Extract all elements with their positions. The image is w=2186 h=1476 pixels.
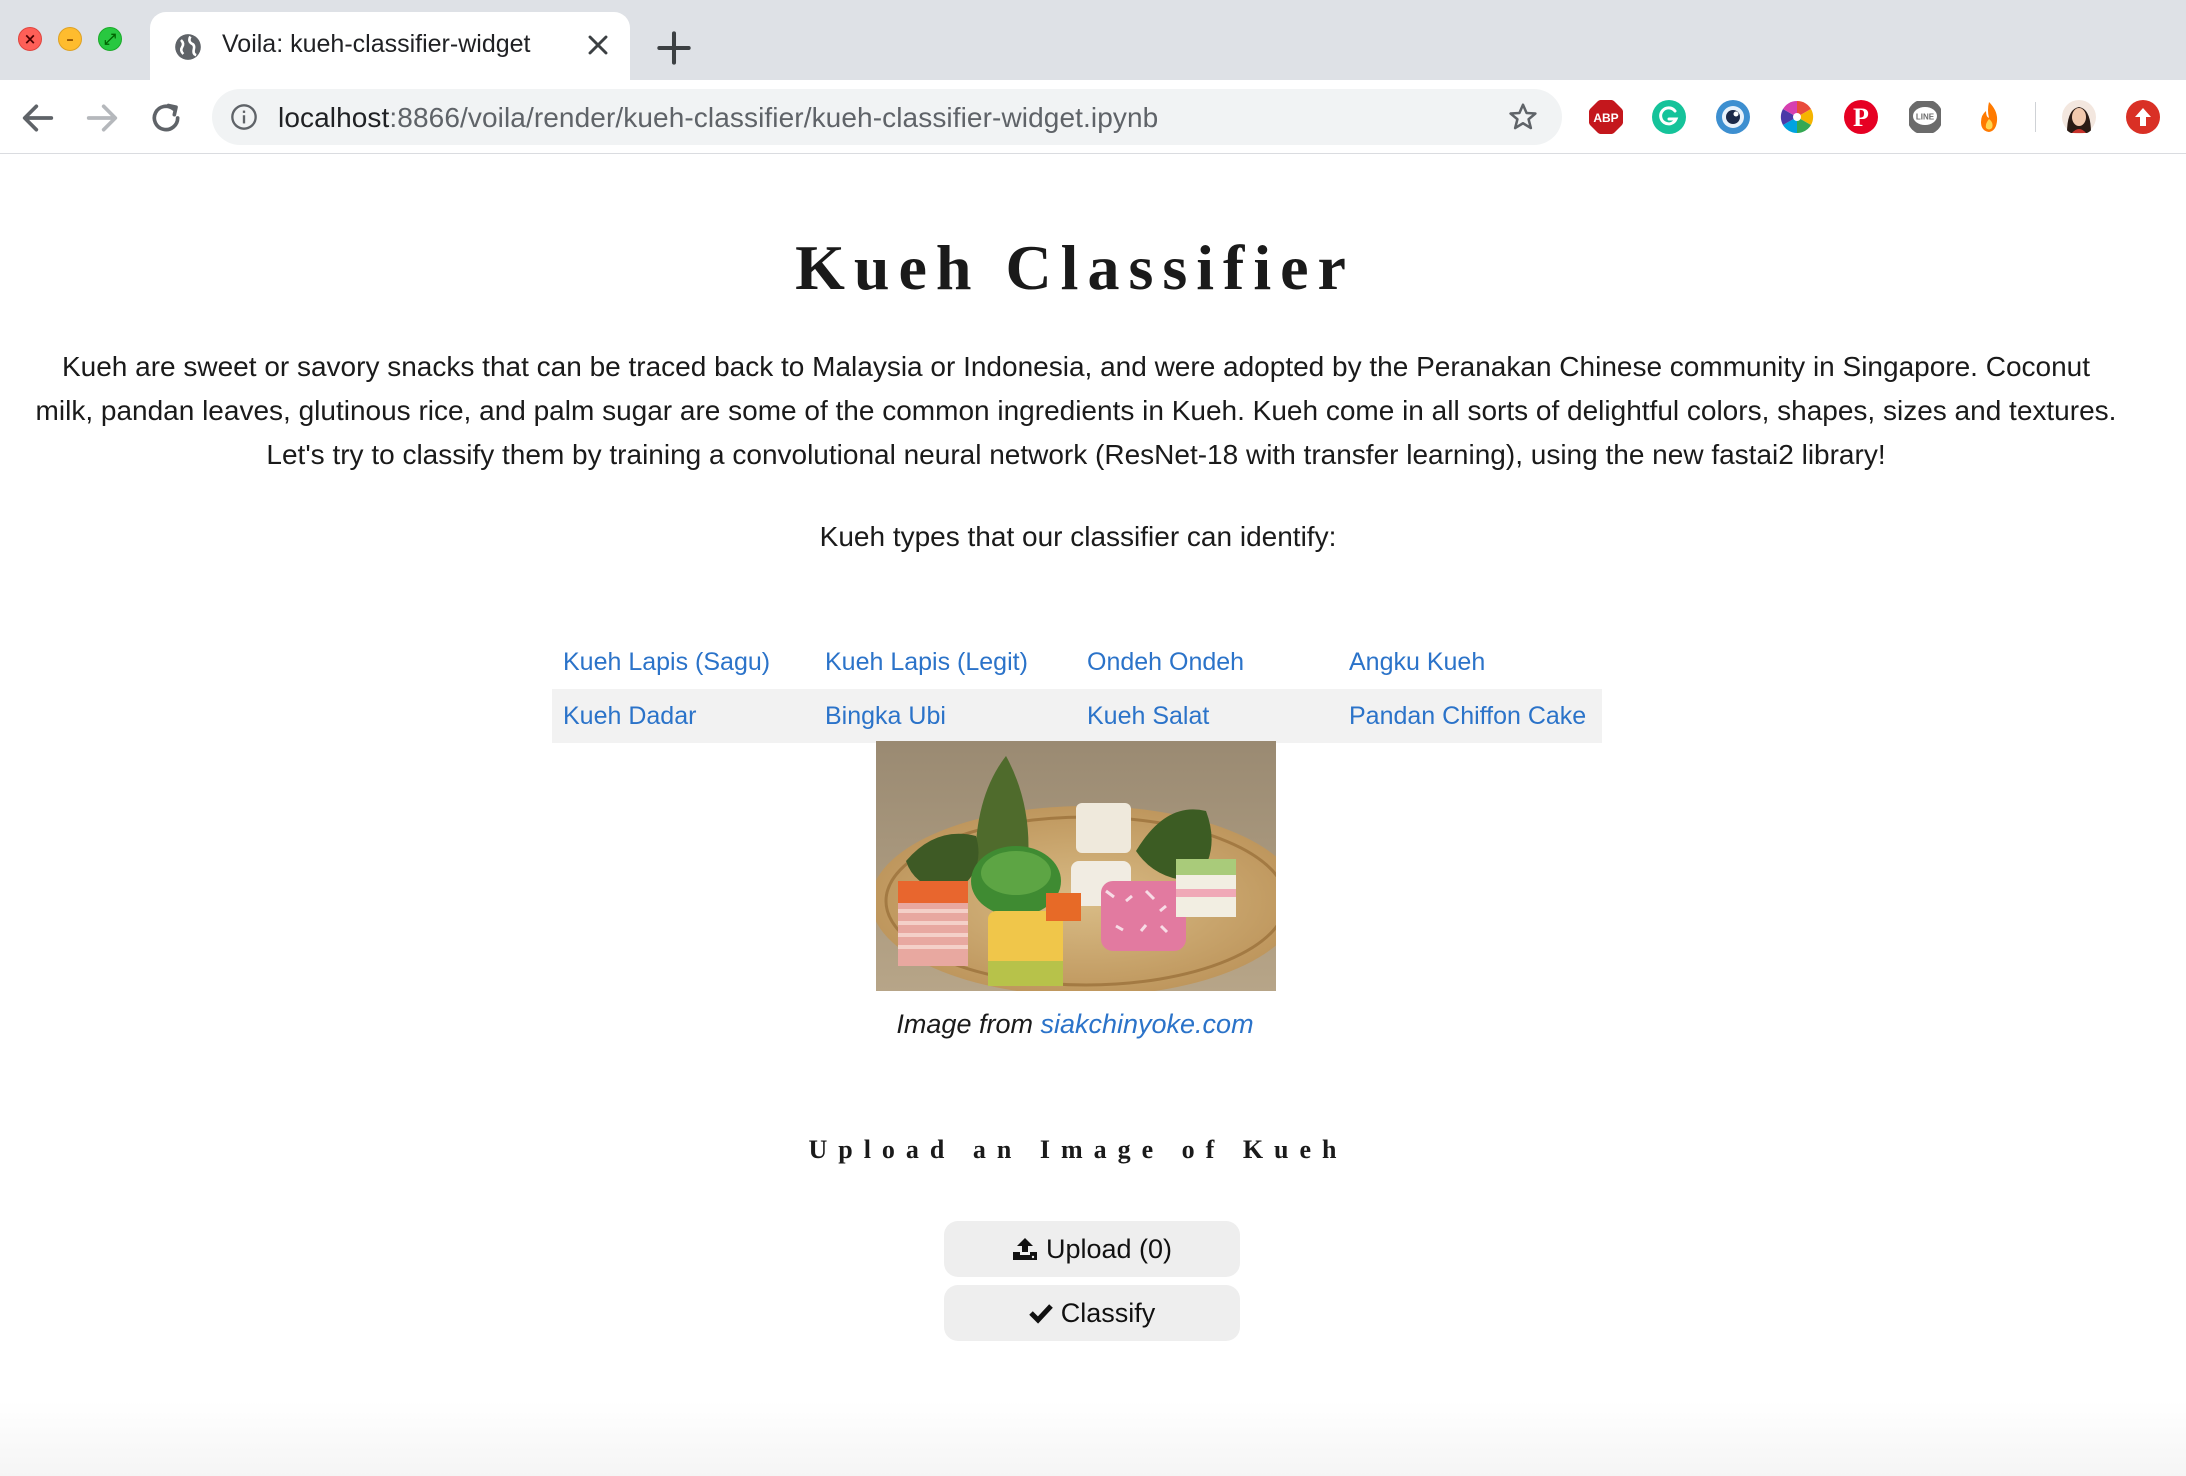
close-window-button[interactable]: × [18,27,42,51]
types-heading: Kueh types that our classifier can ident… [819,521,1337,552]
table-row: Kueh Dadar Bingka Ubi Kueh Salat Pandan … [552,689,1602,743]
profile-avatar[interactable] [2061,99,2097,135]
classify-button-label: Classify [1060,1297,1156,1328]
grammarly-icon[interactable] [1651,99,1687,135]
adblock-plus-icon[interactable]: ABP [1588,99,1624,135]
svg-text:P: P [1853,103,1869,132]
tab-strip: × – ⤢ Voila: kueh-classifier-widget [0,0,2186,80]
maximize-icon: ⤢ [103,30,116,48]
kueh-type-link[interactable]: Kueh Lapis (Sagu) [552,635,814,689]
intro-paragraph: Kueh are sweet or savory snacks that can… [35,351,2117,470]
kueh-type-link[interactable]: Kueh Salat [1076,689,1338,743]
kueh-type-link[interactable]: Pandan Chiffon Cake [1338,689,1602,743]
table-row: Kueh Lapis (Sagu) Kueh Lapis (Legit) Ond… [552,635,1602,689]
svg-text:LINE: LINE [1916,113,1935,122]
minimize-icon: – [66,30,74,48]
checkmark-icon [1028,1304,1053,1324]
eye-extension-icon[interactable] [1715,99,1751,135]
kueh-photo [876,741,1276,991]
color-wheel-icon[interactable] [1779,99,1815,135]
caption-source-link[interactable]: siakchinyoke.com [1040,1009,1253,1039]
fire-extension-icon[interactable] [1971,99,2007,135]
url-path: :8866/voila/render/kueh-classifier/kueh-… [389,102,1159,133]
kueh-type-link[interactable]: Kueh Dadar [552,689,814,743]
browser-toolbar: localhost:8866/voila/render/kueh-classif… [0,80,2186,154]
classify-button[interactable]: Classify [944,1285,1240,1341]
page-title: Kueh Classifier [795,232,1355,303]
line-icon[interactable]: LINE [1907,99,1943,135]
url-host: localhost [278,102,390,133]
maximize-window-button[interactable]: ⤢ [98,27,122,51]
close-icon: × [23,30,37,48]
caption-prefix: Image from [896,1009,1041,1039]
kueh-types-table: Kueh Lapis (Sagu) Kueh Lapis (Legit) Ond… [552,635,1602,743]
voila-page: Kueh Classifier Kueh are sweet or savory… [0,155,2186,1476]
page-bottom-fade [0,1401,2186,1476]
new-tab-icon[interactable] [652,26,696,70]
globe-icon [175,34,201,60]
minimize-window-button[interactable]: – [58,27,82,51]
info-icon[interactable] [230,103,258,131]
address-bar[interactable]: localhost:8866/voila/render/kueh-classif… [212,89,1562,145]
forward-icon[interactable] [82,98,122,138]
back-icon[interactable] [18,98,58,138]
tab-title: Voila: kueh-classifier-widget [222,30,531,58]
svg-text:ABP: ABP [1593,111,1618,125]
upload-icon [1012,1238,1037,1260]
kueh-type-link[interactable]: Bingka Ubi [814,689,1076,743]
reload-icon[interactable] [146,98,186,138]
kueh-type-link[interactable]: Angku Kueh [1338,635,1602,689]
upload-heading: Upload an Image of Kueh [808,1135,1348,1164]
upload-button[interactable]: Upload (0) [944,1221,1240,1277]
browser-tab[interactable]: Voila: kueh-classifier-widget [150,12,630,80]
upload-button-label: Upload (0) [1045,1233,1173,1264]
url-text: localhost:8866/voila/render/kueh-classif… [278,102,1158,134]
bookmark-star-icon[interactable] [1507,101,1539,133]
update-icon[interactable] [2125,99,2161,135]
toolbar-separator [2035,102,2036,132]
tab-close-icon[interactable] [582,29,614,61]
pinterest-icon[interactable]: P [1843,99,1879,135]
image-caption: Image from siakchinyoke.com [0,1009,2150,1040]
kueh-type-link[interactable]: Kueh Lapis (Legit) [814,635,1076,689]
kueh-type-link[interactable]: Ondeh Ondeh [1076,635,1338,689]
